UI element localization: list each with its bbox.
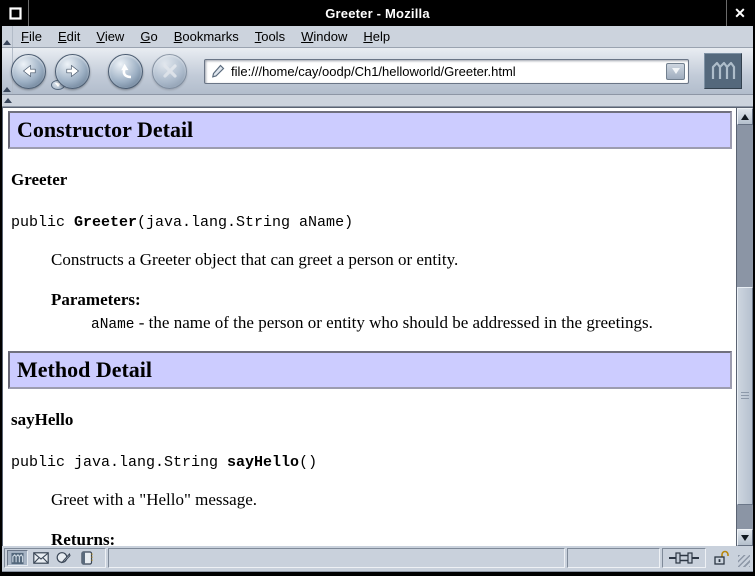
titlebar[interactable]: Greeter - Mozilla ✕: [2, 0, 753, 26]
parameter-entry: aName - the name of the person or entity…: [91, 313, 732, 333]
back-button[interactable]: [11, 54, 46, 89]
menu-tools[interactable]: Tools: [247, 27, 293, 46]
forward-button[interactable]: [55, 54, 90, 89]
addressbook-component-button[interactable]: [76, 550, 97, 566]
navigation-toolbar: file:///home/cay/oodp/Ch1/helloworld/Gre…: [2, 48, 753, 95]
menu-bookmarks[interactable]: Bookmarks: [166, 27, 247, 46]
window-menu-button[interactable]: [2, 0, 29, 26]
menu-file[interactable]: File: [13, 27, 50, 46]
menubar: File Edit View Go Bookmarks Tools Window…: [2, 26, 753, 48]
reload-button[interactable]: [108, 54, 143, 89]
statusbar: [2, 546, 753, 571]
window-icon: [9, 7, 22, 20]
constructor-signature: public Greeter(java.lang.String aName): [11, 214, 732, 231]
status-text: [108, 548, 565, 568]
navigator-component-button[interactable]: [7, 550, 28, 566]
menubar-grippy[interactable]: [2, 26, 13, 47]
stop-button[interactable]: [152, 54, 187, 89]
bookmark-pen-icon: [210, 63, 226, 79]
mail-icon: [33, 552, 49, 564]
url-input[interactable]: file:///home/cay/oodp/Ch1/helloworld/Gre…: [231, 64, 666, 79]
section-header-method-detail: Method Detail: [8, 351, 732, 389]
back-arrow-icon: [19, 61, 39, 81]
mozilla-logo-button[interactable]: [704, 53, 742, 89]
addressbook-icon: [80, 551, 93, 565]
scroll-down-button[interactable]: [737, 529, 753, 546]
menu-help[interactable]: Help: [355, 27, 398, 46]
constructor-description: Constructs a Greeter object that can gre…: [51, 250, 732, 270]
menu-window[interactable]: Window: [293, 27, 355, 46]
window-title: Greeter - Mozilla: [29, 0, 726, 26]
navigator-icon: [11, 552, 24, 565]
component-bar: [4, 548, 106, 568]
method-name-heading: sayHello: [11, 410, 732, 430]
method-signature: public java.lang.String sayHello(): [11, 454, 732, 471]
composer-icon: [56, 551, 71, 565]
menu-edit[interactable]: Edit: [50, 27, 88, 46]
location-bar[interactable]: file:///home/cay/oodp/Ch1/helloworld/Gre…: [204, 59, 689, 84]
forward-arrow-icon: [63, 61, 83, 81]
section-header-constructor-detail: Constructor Detail: [8, 111, 732, 149]
javadoc-page: Constructor Detail Greeter public Greete…: [3, 108, 736, 546]
menu-go[interactable]: Go: [132, 27, 165, 46]
mozilla-m-icon: [709, 58, 737, 84]
parameters-label: Parameters:: [51, 290, 732, 310]
window-bottom-border: [2, 571, 753, 576]
online-status-button[interactable]: [662, 548, 706, 568]
scrollbar-track[interactable]: [737, 125, 753, 529]
browser-window: Greeter - Mozilla ✕ File Edit View Go Bo…: [0, 0, 755, 576]
scrollbar-thumb[interactable]: [737, 287, 753, 505]
personal-toolbar-collapsed[interactable]: [2, 95, 753, 107]
content-viewport: Constructor Detail Greeter public Greete…: [2, 107, 753, 546]
close-button[interactable]: ✕: [726, 0, 753, 26]
progress-panel: [567, 548, 660, 568]
parameter-name-code: aName: [91, 317, 135, 333]
window-resize-grip[interactable]: [736, 548, 751, 568]
constructor-name-heading: Greeter: [11, 170, 732, 190]
offline-plug-icon: [669, 551, 699, 565]
scroll-up-button[interactable]: [737, 108, 753, 125]
menu-view[interactable]: View: [88, 27, 132, 46]
method-description: Greet with a "Hello" message.: [51, 490, 732, 510]
security-button[interactable]: [708, 548, 734, 568]
returns-label: Returns:: [51, 530, 732, 546]
mail-component-button[interactable]: [30, 550, 51, 566]
reload-arrow-icon: [116, 61, 136, 81]
url-dropdown-button[interactable]: [666, 63, 685, 80]
stop-x-icon: [161, 62, 179, 80]
vertical-scrollbar[interactable]: [736, 108, 753, 546]
security-lock-open-icon: [713, 550, 729, 566]
composer-component-button[interactable]: [53, 550, 74, 566]
